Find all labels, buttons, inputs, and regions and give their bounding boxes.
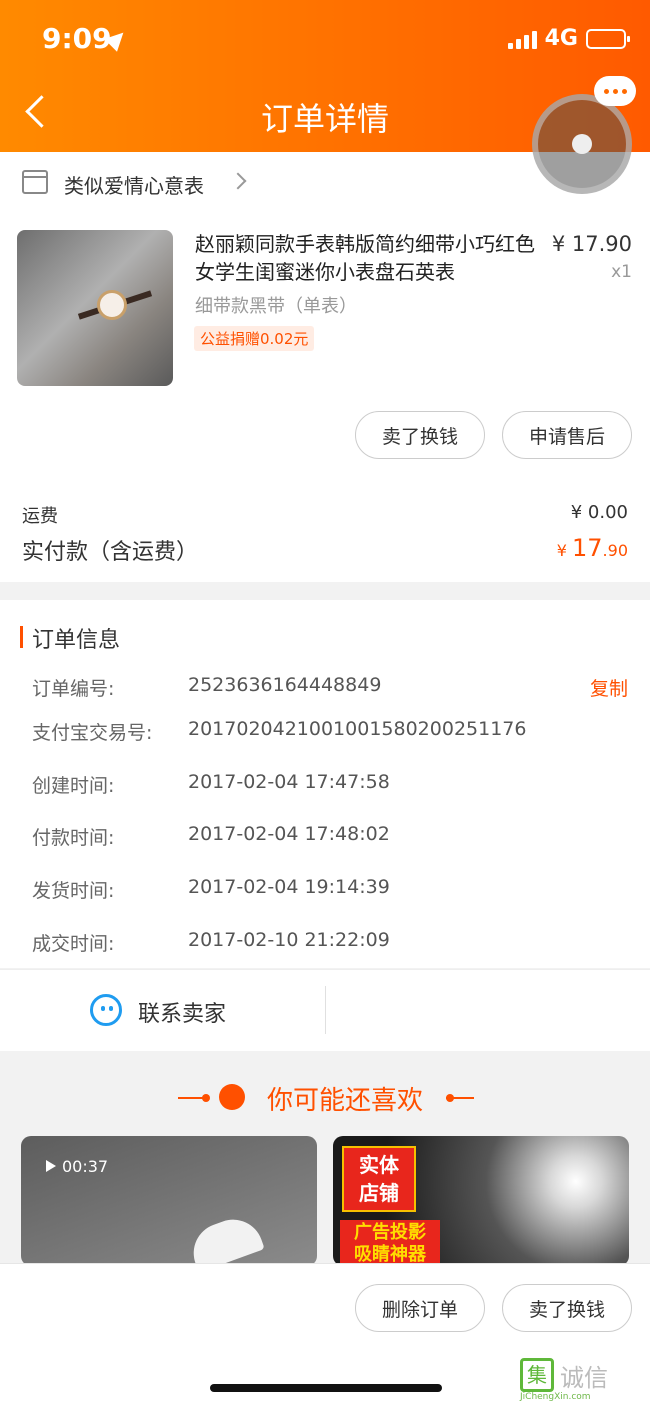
section-title: 订单信息 (32, 628, 121, 653)
recommend-item-video[interactable] (21, 1136, 317, 1266)
sell-for-cash-button[interactable]: 卖了换钱 (355, 411, 485, 459)
decor-line (446, 1097, 474, 1099)
charity-badge: 公益捐赠0.02元 (194, 326, 315, 351)
chat-face-icon[interactable] (90, 994, 122, 1026)
section-accent (20, 626, 23, 648)
sell-for-cash-bottom-button[interactable]: 卖了换钱 (502, 1284, 632, 1332)
assistive-touch-button[interactable] (532, 94, 632, 194)
order-detail-page: 9:09 4G 订单详情 类似爱情心意表 赵丽颖同款手表韩版简约细带小巧红色女学… (0, 0, 650, 1407)
after-sale-button[interactable]: 申请售后 (502, 411, 632, 459)
recommend-title: 你可能还喜欢 (266, 1086, 423, 1116)
contact-seller-button[interactable]: 联系卖家 (138, 996, 226, 1028)
status-time: 9:09 (42, 22, 112, 55)
product-price: ¥ 17.90 (551, 232, 632, 256)
shipping-value: ¥ 0.00 (570, 502, 628, 523)
network-type: 4G (544, 26, 578, 51)
created-time: 2017-02-04 17:47:58 (188, 771, 390, 793)
info-label: 发货时间: (32, 880, 115, 902)
more-icon[interactable] (594, 76, 636, 106)
info-label: 订单编号: (32, 678, 115, 700)
store-icon (22, 170, 48, 194)
video-duration: 00:37 (62, 1157, 109, 1176)
product-spec: 细带款黑带（单表） (195, 296, 357, 317)
info-label: 创建时间: (32, 775, 115, 797)
paid-time: 2017-02-04 17:48:02 (188, 823, 390, 845)
home-indicator[interactable] (210, 1384, 442, 1392)
shop-name[interactable]: 类似爱情心意表 (64, 170, 204, 199)
ad-label-store: 实体 店铺 (342, 1146, 416, 1212)
ad-label-projection: 广告投影 吸睛神器 (340, 1220, 440, 1264)
shipping-label: 运费 (22, 506, 58, 527)
info-label: 支付宝交易号: (32, 722, 153, 744)
watermark-logo: 集 诚信 JiChengXin.com (520, 1358, 632, 1402)
paid-label: 实付款（含运费） (22, 540, 199, 565)
product-quantity: x1 (611, 262, 632, 282)
completed-time: 2017-02-10 21:22:09 (188, 929, 390, 951)
alipay-trade-number: 2017020421001001580200251176 (188, 718, 527, 740)
info-label: 付款时间: (32, 827, 115, 849)
paid-total: ¥ 17.90 (556, 534, 628, 562)
divider (325, 986, 326, 1034)
info-label: 成交时间: (32, 933, 115, 955)
signal-icon (507, 29, 537, 49)
order-number: 2523636164448849 (188, 674, 382, 696)
shipped-time: 2017-02-04 19:14:39 (188, 876, 390, 898)
product-image[interactable] (17, 230, 173, 386)
status-indicators: 4G (507, 26, 630, 51)
copy-button[interactable]: 复制 (590, 674, 628, 701)
battery-icon (586, 28, 630, 49)
play-icon (46, 1160, 56, 1172)
product-title[interactable]: 赵丽颖同款手表韩版简约细带小巧红色女学生闺蜜迷你小表盘石英表 (195, 230, 545, 286)
delete-order-button[interactable]: 删除订单 (355, 1284, 485, 1332)
